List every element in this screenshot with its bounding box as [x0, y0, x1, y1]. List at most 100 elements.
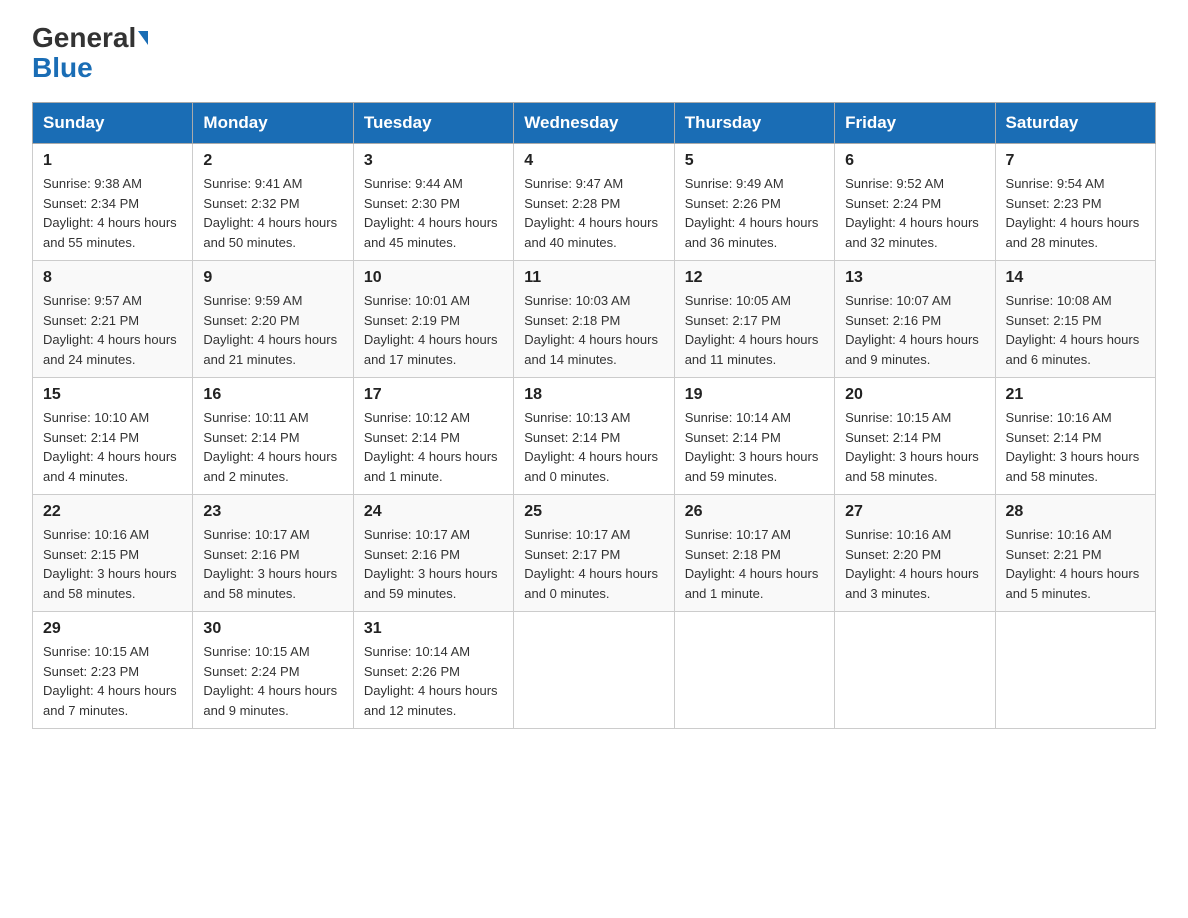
header-tuesday: Tuesday — [353, 103, 513, 144]
table-row: 4 Sunrise: 9:47 AMSunset: 2:28 PMDayligh… — [514, 144, 674, 261]
table-row: 8 Sunrise: 9:57 AMSunset: 2:21 PMDayligh… — [33, 261, 193, 378]
table-row: 25 Sunrise: 10:17 AMSunset: 2:17 PMDayli… — [514, 495, 674, 612]
day-number: 6 — [845, 152, 984, 170]
day-number: 8 — [43, 269, 182, 287]
day-info: Sunrise: 10:05 AMSunset: 2:17 PMDaylight… — [685, 291, 824, 369]
day-info: Sunrise: 10:03 AMSunset: 2:18 PMDaylight… — [524, 291, 663, 369]
day-info: Sunrise: 10:15 AMSunset: 2:14 PMDaylight… — [845, 408, 984, 486]
logo-blue-text: Blue — [32, 54, 93, 82]
calendar-week-row: 22 Sunrise: 10:16 AMSunset: 2:15 PMDayli… — [33, 495, 1156, 612]
table-row: 29 Sunrise: 10:15 AMSunset: 2:23 PMDayli… — [33, 612, 193, 729]
table-row: 31 Sunrise: 10:14 AMSunset: 2:26 PMDayli… — [353, 612, 513, 729]
day-number: 14 — [1006, 269, 1145, 287]
table-row: 5 Sunrise: 9:49 AMSunset: 2:26 PMDayligh… — [674, 144, 834, 261]
table-row: 2 Sunrise: 9:41 AMSunset: 2:32 PMDayligh… — [193, 144, 353, 261]
day-number: 18 — [524, 386, 663, 404]
day-info: Sunrise: 10:17 AMSunset: 2:16 PMDaylight… — [364, 525, 503, 603]
day-number: 4 — [524, 152, 663, 170]
calendar-week-row: 15 Sunrise: 10:10 AMSunset: 2:14 PMDayli… — [33, 378, 1156, 495]
day-number: 17 — [364, 386, 503, 404]
day-number: 11 — [524, 269, 663, 287]
table-row: 27 Sunrise: 10:16 AMSunset: 2:20 PMDayli… — [835, 495, 995, 612]
day-info: Sunrise: 10:08 AMSunset: 2:15 PMDaylight… — [1006, 291, 1145, 369]
day-number: 26 — [685, 503, 824, 521]
day-number: 13 — [845, 269, 984, 287]
day-info: Sunrise: 10:10 AMSunset: 2:14 PMDaylight… — [43, 408, 182, 486]
table-row: 3 Sunrise: 9:44 AMSunset: 2:30 PMDayligh… — [353, 144, 513, 261]
weekday-header-row: Sunday Monday Tuesday Wednesday Thursday… — [33, 103, 1156, 144]
header-thursday: Thursday — [674, 103, 834, 144]
day-info: Sunrise: 10:12 AMSunset: 2:14 PMDaylight… — [364, 408, 503, 486]
header-monday: Monday — [193, 103, 353, 144]
day-info: Sunrise: 10:15 AMSunset: 2:23 PMDaylight… — [43, 642, 182, 720]
header-wednesday: Wednesday — [514, 103, 674, 144]
day-number: 27 — [845, 503, 984, 521]
table-row — [995, 612, 1155, 729]
day-info: Sunrise: 9:41 AMSunset: 2:32 PMDaylight:… — [203, 174, 342, 252]
day-info: Sunrise: 10:17 AMSunset: 2:16 PMDaylight… — [203, 525, 342, 603]
day-number: 3 — [364, 152, 503, 170]
day-number: 19 — [685, 386, 824, 404]
day-info: Sunrise: 10:16 AMSunset: 2:21 PMDaylight… — [1006, 525, 1145, 603]
day-number: 24 — [364, 503, 503, 521]
day-number: 5 — [685, 152, 824, 170]
table-row: 22 Sunrise: 10:16 AMSunset: 2:15 PMDayli… — [33, 495, 193, 612]
table-row — [674, 612, 834, 729]
day-info: Sunrise: 10:15 AMSunset: 2:24 PMDaylight… — [203, 642, 342, 720]
day-info: Sunrise: 10:16 AMSunset: 2:15 PMDaylight… — [43, 525, 182, 603]
calendar-week-row: 29 Sunrise: 10:15 AMSunset: 2:23 PMDayli… — [33, 612, 1156, 729]
day-info: Sunrise: 9:38 AMSunset: 2:34 PMDaylight:… — [43, 174, 182, 252]
logo-triangle-icon — [138, 31, 148, 45]
table-row: 19 Sunrise: 10:14 AMSunset: 2:14 PMDayli… — [674, 378, 834, 495]
day-number: 12 — [685, 269, 824, 287]
day-number: 7 — [1006, 152, 1145, 170]
table-row: 13 Sunrise: 10:07 AMSunset: 2:16 PMDayli… — [835, 261, 995, 378]
table-row: 24 Sunrise: 10:17 AMSunset: 2:16 PMDayli… — [353, 495, 513, 612]
day-info: Sunrise: 9:59 AMSunset: 2:20 PMDaylight:… — [203, 291, 342, 369]
header: General Blue — [32, 24, 1156, 82]
day-info: Sunrise: 10:13 AMSunset: 2:14 PMDaylight… — [524, 408, 663, 486]
day-info: Sunrise: 10:17 AMSunset: 2:17 PMDaylight… — [524, 525, 663, 603]
day-info: Sunrise: 9:54 AMSunset: 2:23 PMDaylight:… — [1006, 174, 1145, 252]
day-info: Sunrise: 10:01 AMSunset: 2:19 PMDaylight… — [364, 291, 503, 369]
table-row: 23 Sunrise: 10:17 AMSunset: 2:16 PMDayli… — [193, 495, 353, 612]
day-info: Sunrise: 10:16 AMSunset: 2:20 PMDaylight… — [845, 525, 984, 603]
day-info: Sunrise: 10:11 AMSunset: 2:14 PMDaylight… — [203, 408, 342, 486]
calendar-table: Sunday Monday Tuesday Wednesday Thursday… — [32, 102, 1156, 729]
day-info: Sunrise: 10:07 AMSunset: 2:16 PMDaylight… — [845, 291, 984, 369]
table-row: 28 Sunrise: 10:16 AMSunset: 2:21 PMDayli… — [995, 495, 1155, 612]
logo-general-text: General — [32, 24, 136, 52]
table-row: 18 Sunrise: 10:13 AMSunset: 2:14 PMDayli… — [514, 378, 674, 495]
table-row: 1 Sunrise: 9:38 AMSunset: 2:34 PMDayligh… — [33, 144, 193, 261]
table-row: 6 Sunrise: 9:52 AMSunset: 2:24 PMDayligh… — [835, 144, 995, 261]
header-sunday: Sunday — [33, 103, 193, 144]
table-row: 11 Sunrise: 10:03 AMSunset: 2:18 PMDayli… — [514, 261, 674, 378]
day-number: 30 — [203, 620, 342, 638]
table-row: 14 Sunrise: 10:08 AMSunset: 2:15 PMDayli… — [995, 261, 1155, 378]
table-row: 26 Sunrise: 10:17 AMSunset: 2:18 PMDayli… — [674, 495, 834, 612]
table-row: 21 Sunrise: 10:16 AMSunset: 2:14 PMDayli… — [995, 378, 1155, 495]
day-info: Sunrise: 10:14 AMSunset: 2:14 PMDaylight… — [685, 408, 824, 486]
table-row: 9 Sunrise: 9:59 AMSunset: 2:20 PMDayligh… — [193, 261, 353, 378]
day-number: 21 — [1006, 386, 1145, 404]
table-row: 16 Sunrise: 10:11 AMSunset: 2:14 PMDayli… — [193, 378, 353, 495]
day-number: 29 — [43, 620, 182, 638]
day-number: 9 — [203, 269, 342, 287]
day-info: Sunrise: 10:16 AMSunset: 2:14 PMDaylight… — [1006, 408, 1145, 486]
table-row: 15 Sunrise: 10:10 AMSunset: 2:14 PMDayli… — [33, 378, 193, 495]
table-row: 7 Sunrise: 9:54 AMSunset: 2:23 PMDayligh… — [995, 144, 1155, 261]
day-number: 28 — [1006, 503, 1145, 521]
day-info: Sunrise: 9:57 AMSunset: 2:21 PMDaylight:… — [43, 291, 182, 369]
table-row: 20 Sunrise: 10:15 AMSunset: 2:14 PMDayli… — [835, 378, 995, 495]
day-number: 2 — [203, 152, 342, 170]
header-saturday: Saturday — [995, 103, 1155, 144]
calendar-week-row: 1 Sunrise: 9:38 AMSunset: 2:34 PMDayligh… — [33, 144, 1156, 261]
table-row: 12 Sunrise: 10:05 AMSunset: 2:17 PMDayli… — [674, 261, 834, 378]
day-info: Sunrise: 9:52 AMSunset: 2:24 PMDaylight:… — [845, 174, 984, 252]
day-info: Sunrise: 10:14 AMSunset: 2:26 PMDaylight… — [364, 642, 503, 720]
table-row: 10 Sunrise: 10:01 AMSunset: 2:19 PMDayli… — [353, 261, 513, 378]
table-row: 17 Sunrise: 10:12 AMSunset: 2:14 PMDayli… — [353, 378, 513, 495]
day-info: Sunrise: 9:47 AMSunset: 2:28 PMDaylight:… — [524, 174, 663, 252]
day-number: 20 — [845, 386, 984, 404]
day-number: 1 — [43, 152, 182, 170]
